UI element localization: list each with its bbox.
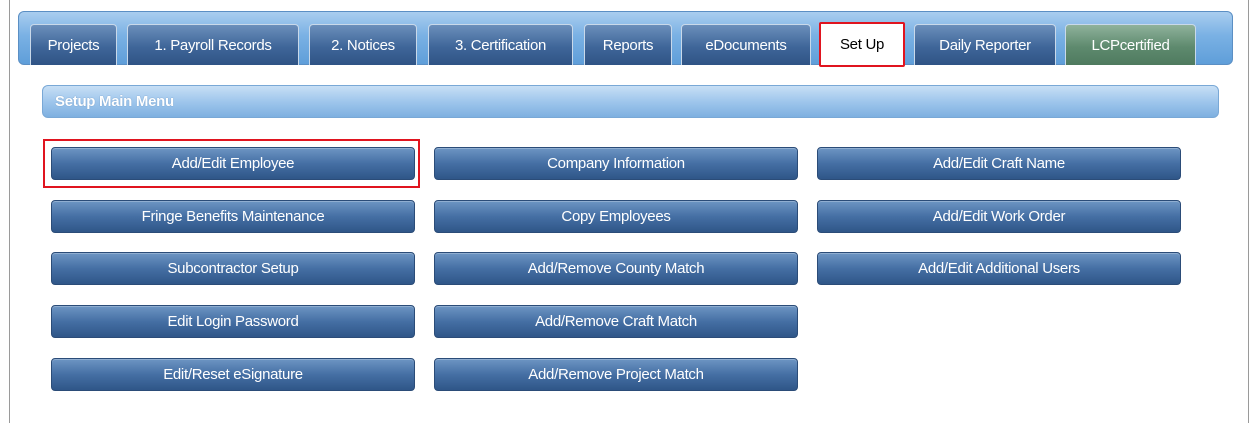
subcontractor-setup-button[interactable]: Subcontractor Setup [51,252,415,285]
tab-notices[interactable]: 2. Notices [309,24,417,65]
add-edit-additional-users-button[interactable]: Add/Edit Additional Users [817,252,1181,285]
add-remove-project-match-button[interactable]: Add/Remove Project Match [434,358,798,391]
section-title: Setup Main Menu [55,93,174,110]
add-edit-work-order-button[interactable]: Add/Edit Work Order [817,200,1181,233]
tab-daily-reporter[interactable]: Daily Reporter [914,24,1056,65]
tab-payroll-records[interactable]: 1. Payroll Records [127,24,299,65]
add-edit-employee-button[interactable]: Add/Edit Employee [51,147,415,180]
fringe-benefits-maintenance-button[interactable]: Fringe Benefits Maintenance [51,200,415,233]
tab-set-up[interactable]: Set Up [819,22,905,67]
section-header: Setup Main Menu [42,85,1219,118]
copy-employees-button[interactable]: Copy Employees [434,200,798,233]
tab-reports[interactable]: Reports [584,24,672,65]
tab-certification[interactable]: 3. Certification [428,24,573,65]
edit-login-password-button[interactable]: Edit Login Password [51,305,415,338]
company-information-button[interactable]: Company Information [434,147,798,180]
add-remove-county-match-button[interactable]: Add/Remove County Match [434,252,798,285]
tab-projects[interactable]: Projects [30,24,117,65]
tab-edocuments[interactable]: eDocuments [681,24,811,65]
add-edit-craft-name-button[interactable]: Add/Edit Craft Name [817,147,1181,180]
edit-reset-esignature-button[interactable]: Edit/Reset eSignature [51,358,415,391]
tab-lcpcertified[interactable]: LCPcertified [1065,24,1196,65]
add-remove-craft-match-button[interactable]: Add/Remove Craft Match [434,305,798,338]
